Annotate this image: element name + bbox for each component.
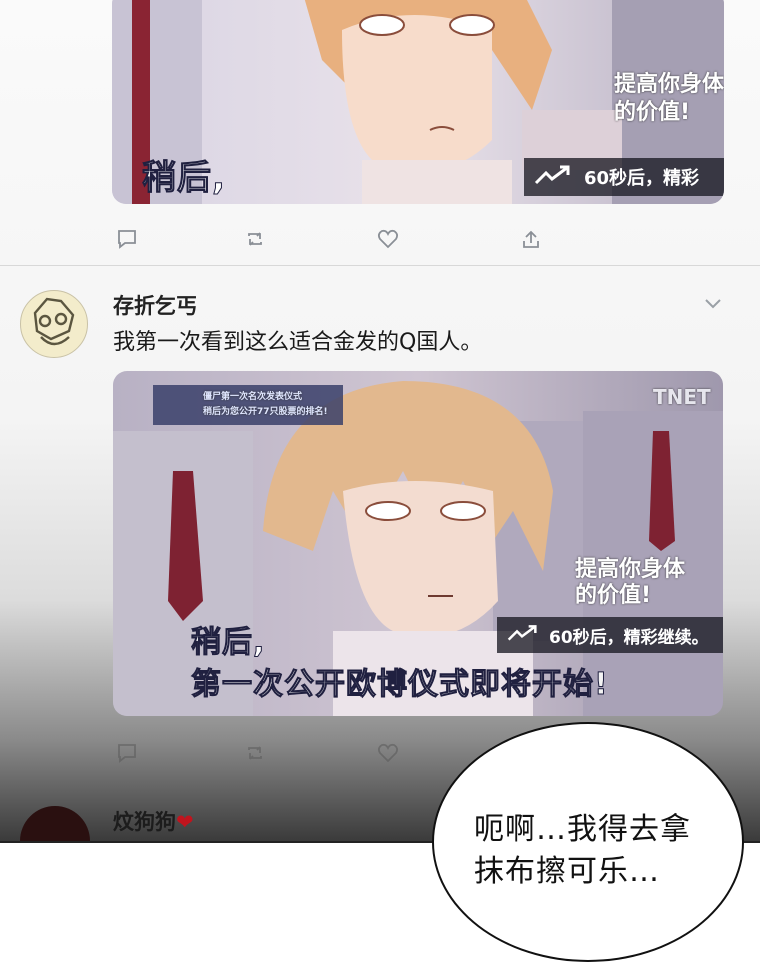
retweet-icon[interactable] — [244, 228, 266, 250]
username[interactable]: 存折乞丐 — [113, 290, 197, 320]
avatar[interactable] — [20, 290, 88, 358]
post-image[interactable]: 稍后, 提高你身体 的价值! 60秒后，精彩 — [112, 0, 724, 204]
post-image[interactable]: 僵尸第一次名次发表仪式 稍后为您公开77只股票的排名! TNET 提高你身体 的… — [113, 371, 723, 716]
comment-icon[interactable] — [116, 742, 138, 764]
trend-up-icon — [534, 165, 570, 190]
tweet-text: 我第一次看到这么适合金发的Q国人。 — [113, 330, 483, 355]
chevron-down-icon[interactable] — [704, 296, 722, 310]
boost-text-2: 的价值! — [575, 583, 652, 608]
boost-text-2: 的价值! — [614, 100, 691, 125]
heart-icon[interactable] — [377, 228, 399, 250]
share-icon[interactable] — [520, 228, 542, 250]
heart-emoji-icon: ❤ — [176, 810, 194, 834]
avatar[interactable] — [20, 806, 90, 842]
comment-icon[interactable] — [116, 228, 138, 250]
username-text: 炆狗狗 — [113, 810, 176, 834]
caption-main: 第一次公开欧博仪式即将开始! — [191, 667, 609, 703]
social-feed: 稍后, 提高你身体 的价值! 60秒后，精彩 存折乞丐 我第一次看到这么适合金发… — [0, 0, 760, 842]
caption-later: 稍后, — [142, 158, 226, 199]
post-divider — [0, 265, 760, 266]
watermark: TNET — [653, 385, 711, 409]
heart-icon[interactable] — [377, 742, 399, 764]
rate-text: 60秒后，精彩 — [584, 168, 700, 189]
rate-bar: 60秒后，精彩继续。 — [497, 617, 723, 653]
speech-line-1: 呃啊…我得去拿 — [474, 812, 691, 847]
trend-up-icon — [507, 624, 537, 647]
rate-bar: 60秒后，精彩 — [524, 158, 724, 196]
speech-bubble: 呃啊…我得去拿 抹布擦可乐… — [432, 722, 744, 962]
rate-text: 60秒后，精彩继续。 — [549, 627, 709, 648]
banner-line-1: 僵尸第一次名次发表仪式 — [203, 392, 303, 402]
retweet-icon[interactable] — [244, 742, 266, 764]
banner-line-2: 稍后为您公开77只股票的排名! — [203, 407, 328, 417]
caption-later: 稍后, — [190, 625, 266, 661]
username[interactable]: 炆狗狗❤ — [113, 806, 194, 836]
speech-line-2: 抹布擦可乐… — [474, 854, 660, 889]
